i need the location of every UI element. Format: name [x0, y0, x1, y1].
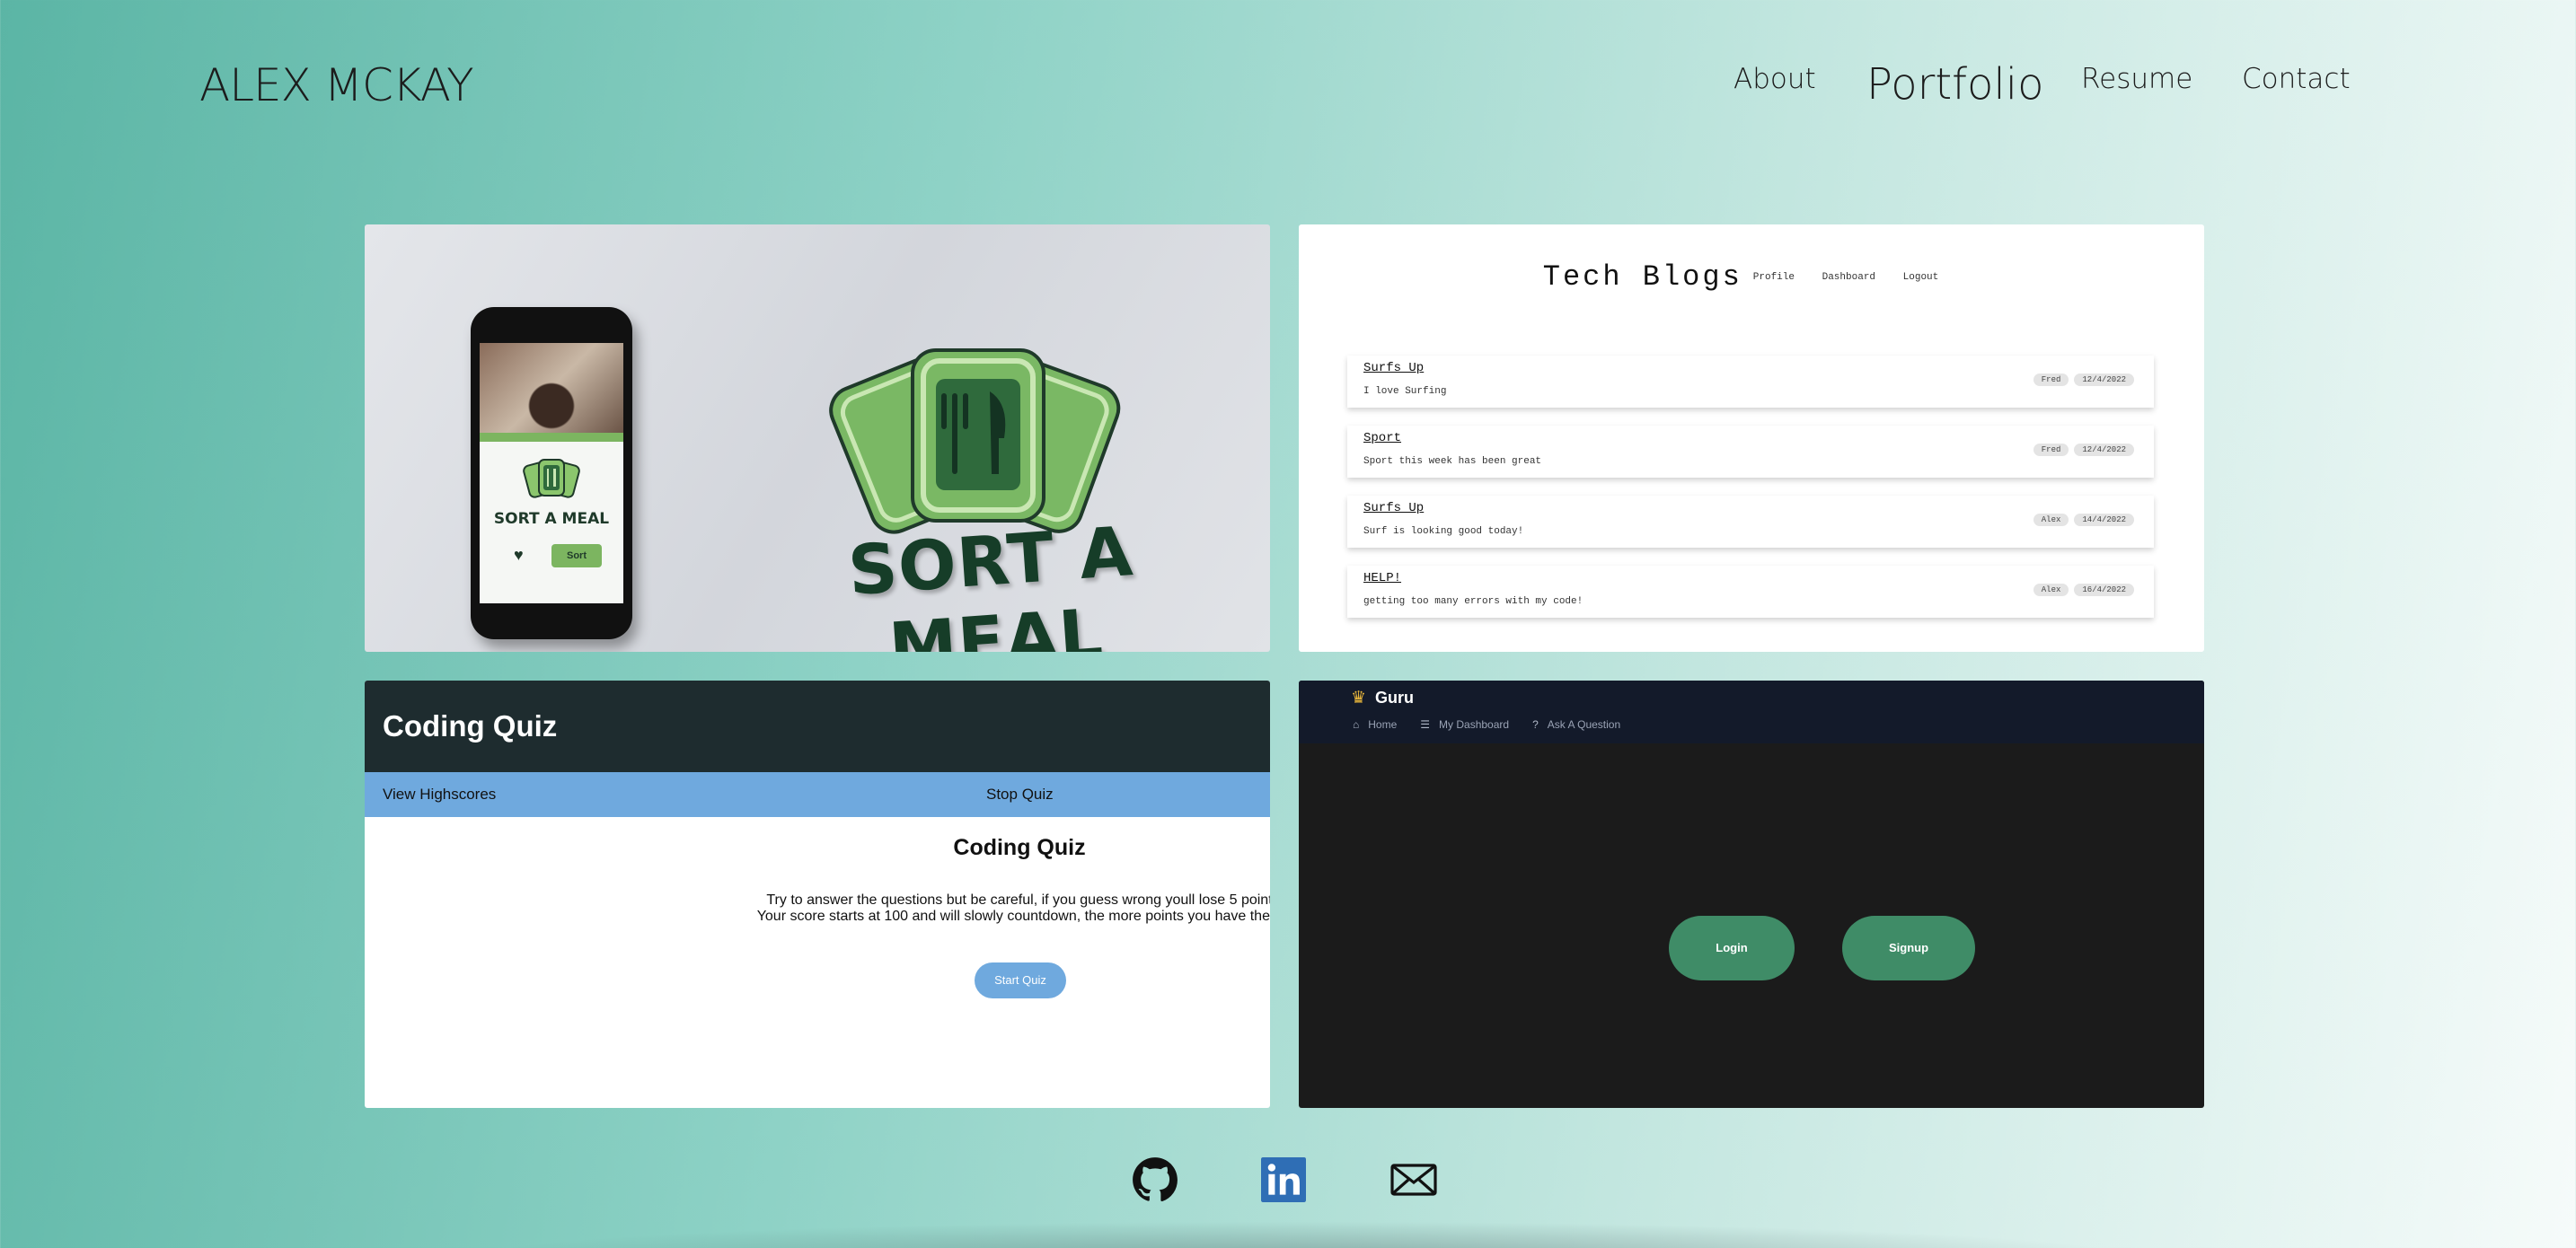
coding-quiz-toolbar: View Highscores Stop Quiz — [365, 772, 1270, 817]
guru-nav-ask-label: Ask A Question — [1547, 718, 1621, 731]
start-quiz-button: Start Quiz — [975, 962, 1066, 998]
quiz-desc-line-1: Try to answer the questions but be caref… — [766, 892, 1270, 908]
author-badge: Fred — [2033, 374, 2069, 386]
guru-nav-dashboard: ☰ My Dashboard — [1420, 718, 1509, 731]
blog-post-title: HELP! — [1363, 571, 1402, 585]
author-badge: Fred — [2033, 444, 2069, 456]
post-meta: Fred 12/4/2022 — [2033, 444, 2134, 456]
tb-nav-dashboard: Dashboard — [1822, 271, 1876, 283]
list-icon: ☰ — [1420, 718, 1431, 731]
email-icon[interactable] — [1390, 1155, 1437, 1205]
phone-mockup: SORT A MEAL ♥ Sort — [471, 307, 632, 639]
date-badge: 12/4/2022 — [2074, 444, 2134, 456]
guru-signup-button: Signup — [1842, 916, 1975, 980]
footer-shadow — [467, 1221, 2138, 1248]
github-icon[interactable] — [1132, 1155, 1178, 1205]
coding-quiz-description: Try to answer the questions but be caref… — [365, 892, 1270, 925]
post-meta: Alex 16/4/2022 — [2033, 584, 2134, 596]
guru-nav-ask: ? Ask A Question — [1532, 718, 1620, 731]
coding-quiz-title: Coding Quiz — [953, 835, 1086, 860]
blog-post-title: Sport — [1363, 431, 1402, 445]
linkedin-icon[interactable] — [1261, 1155, 1306, 1205]
guru-nav-home: ⌂ Home — [1353, 718, 1397, 731]
meal-cards-logo-icon — [523, 459, 580, 498]
blog-post: HELP! getting too many errors with my co… — [1347, 566, 2154, 618]
nav-portfolio[interactable]: Portfolio — [1866, 59, 2043, 110]
phone-screen: SORT A MEAL ♥ Sort — [480, 343, 623, 603]
blog-post-title: Surfs Up — [1363, 501, 1425, 515]
phone-app-title: SORT A MEAL — [493, 510, 610, 528]
project-card-guru[interactable]: ♛ Guru ⌂ Home ☰ My Dashboard ? Ask A Questi… — [1299, 681, 2204, 1108]
question-icon: ? — [1532, 718, 1539, 731]
blog-post-body: getting too many errors with my code! — [1363, 596, 1584, 607]
date-badge: 12/4/2022 — [2074, 374, 2134, 386]
blog-post-body: Surf is looking good today! — [1363, 526, 1524, 537]
guru-logo: ♛ Guru — [1351, 688, 1414, 708]
home-icon: ⌂ — [1353, 718, 1360, 731]
project-card-tech-blogs[interactable]: Tech Blogs Profile Dashboard Logout Surf… — [1299, 224, 2204, 652]
crown-icon: ♛ — [1351, 689, 1367, 707]
author-badge: Alex — [2033, 584, 2069, 596]
guru-login-button: Login — [1669, 916, 1795, 980]
guru-nav-dashboard-label: My Dashboard — [1439, 718, 1510, 731]
stop-quiz-link: Stop Quiz — [986, 786, 1054, 803]
nav-resume[interactable]: Resume — [2081, 63, 2192, 95]
date-badge: 14/4/2022 — [2074, 514, 2134, 526]
blog-post-list: Surfs Up I love Surfing Fred 12/4/2022 S… — [1347, 356, 2154, 636]
tech-blogs-title: Tech Blogs — [1542, 260, 1742, 294]
blog-post-body: I love Surfing — [1363, 386, 1447, 397]
guru-name: Guru — [1375, 689, 1415, 707]
coding-quiz-header: Coding Quiz — [365, 681, 1270, 772]
tech-blogs-nav: Profile Dashboard Logout — [1753, 272, 1960, 283]
blog-post-title: Surfs Up — [1363, 361, 1425, 375]
heart-icon: ♥ — [514, 546, 524, 564]
post-meta: Alex 14/4/2022 — [2033, 514, 2134, 526]
guru-navbar: ♛ Guru ⌂ Home ☰ My Dashboard ? Ask A Questi… — [1299, 681, 2204, 743]
food-photo — [480, 343, 623, 433]
phone-sort-button: Sort — [551, 544, 602, 567]
nav-about[interactable]: About — [1734, 63, 1816, 95]
blog-post: Surfs Up Surf is looking good today! Ale… — [1347, 496, 2154, 548]
date-badge: 16/4/2022 — [2074, 584, 2134, 596]
project-card-coding-quiz[interactable]: Coding Quiz View Highscores Stop Quiz Co… — [365, 681, 1270, 1108]
quiz-desc-line-2: Your score starts at 100 and will slowly… — [756, 909, 1270, 924]
nav-contact[interactable]: Contact — [2242, 63, 2351, 95]
tb-nav-logout: Logout — [1902, 271, 1939, 283]
blog-post: Sport Sport this week has been great Fre… — [1347, 426, 2154, 478]
view-highscores-link: View Highscores — [383, 786, 497, 803]
blog-post-body: Sport this week has been great — [1363, 456, 1542, 467]
project-card-sort-a-meal[interactable]: SORT A MEAL ♥ Sort SORT A MEAL — [365, 224, 1270, 652]
phone-accent-bar — [480, 433, 623, 442]
post-meta: Fred 12/4/2022 — [2033, 374, 2134, 386]
tech-blogs-header: Tech Blogs Profile Dashboard Logout — [1299, 260, 2204, 294]
blog-post: Surfs Up I love Surfing Fred 12/4/2022 — [1347, 356, 2154, 408]
tb-nav-profile: Profile — [1752, 271, 1795, 283]
site-brand[interactable]: ALEX MCKAY — [199, 59, 474, 111]
author-badge: Alex — [2033, 514, 2069, 526]
guru-nav-home-label: Home — [1368, 718, 1398, 731]
guru-nav: ⌂ Home ☰ My Dashboard ? Ask A Question — [1353, 718, 1620, 731]
